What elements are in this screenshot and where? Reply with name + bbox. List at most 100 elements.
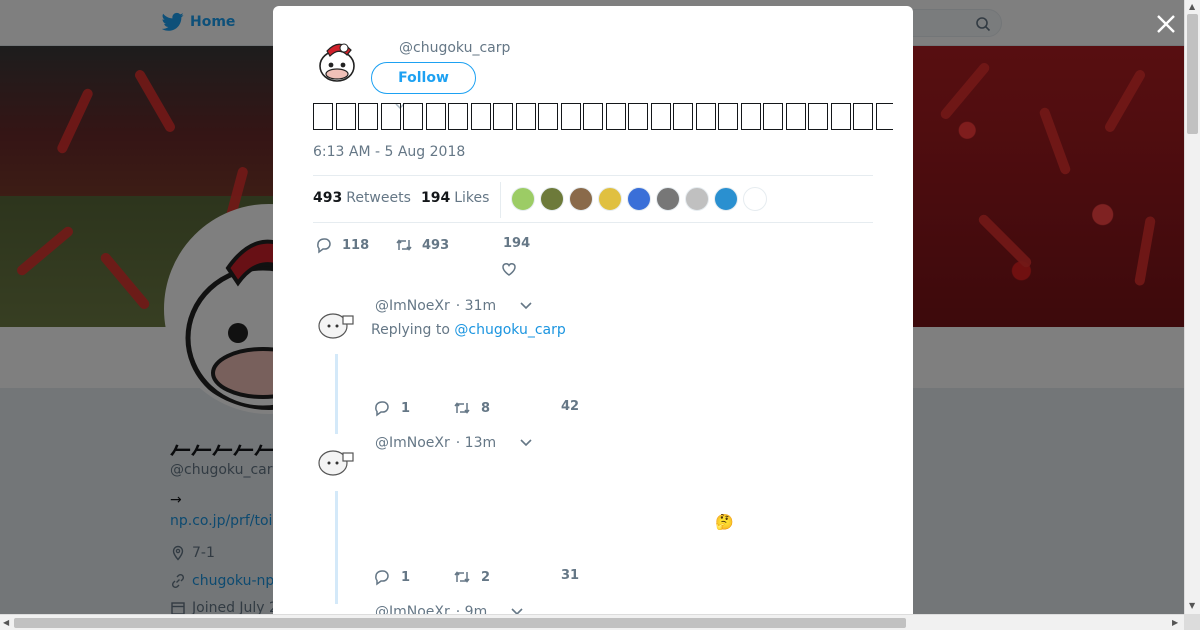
- reply-action[interactable]: 1: [373, 399, 410, 417]
- reply-author-line: @ImNoeXr · 31m: [375, 298, 496, 314]
- missing-glyph-box: [628, 102, 648, 130]
- liker-avatar[interactable]: [685, 187, 709, 211]
- close-icon[interactable]: [1154, 12, 1178, 36]
- author-avatar[interactable]: [313, 36, 361, 84]
- reply-action[interactable]: 1: [373, 568, 410, 586]
- horizontal-scroll-thumb[interactable]: [14, 618, 906, 628]
- sheep-mascot-avatar: [313, 304, 357, 348]
- missing-glyph-box: [605, 102, 626, 130]
- reply-author-avatar[interactable]: [313, 441, 357, 485]
- missing-glyph-box: [808, 102, 828, 130]
- tweet-actions: 118 493 194: [313, 234, 873, 278]
- retweets-label: Retweets: [346, 190, 411, 206]
- liker-avatar[interactable]: [540, 187, 564, 211]
- retweet-count: 2: [481, 569, 491, 585]
- likes-label: Likes: [454, 190, 490, 206]
- reply-count: 1: [401, 569, 411, 585]
- missing-glyph-box: [650, 102, 671, 130]
- missing-glyph-box: [830, 102, 851, 130]
- missing-glyph-box: [448, 102, 468, 130]
- reply-time[interactable]: · 9m: [456, 604, 487, 614]
- likes-count: 194: [421, 190, 451, 206]
- reply-count: 1: [401, 400, 411, 416]
- missing-glyph-box: [560, 102, 581, 130]
- missing-glyph-box: [853, 102, 873, 130]
- liker-avatar[interactable]: [511, 187, 535, 211]
- missing-glyph-box: [358, 102, 378, 130]
- retweet-count: 8: [481, 400, 491, 416]
- carp-mascot-avatar: [313, 36, 361, 84]
- tweet-permalink-modal: @chugoku_carp Follow 6:13 AM - 5 Aug 201…: [273, 6, 913, 614]
- reply-time[interactable]: · 13m: [456, 435, 496, 451]
- retweet-action[interactable]: 493: [395, 236, 449, 254]
- like-count: 31: [561, 568, 580, 583]
- reply-icon: [375, 401, 389, 417]
- missing-glyph-box: [583, 102, 603, 130]
- like-count-label: 194: [503, 236, 530, 251]
- reply-author-handle[interactable]: @ImNoeXr: [375, 435, 450, 451]
- heart-icon[interactable]: [500, 260, 518, 278]
- retweet-icon: [454, 571, 470, 583]
- missing-glyph-box: [403, 102, 423, 130]
- horizontal-scrollbar[interactable]: ◀ ▶: [0, 614, 1184, 630]
- reply-icon: [317, 238, 331, 254]
- replying-to-prefix: Replying to: [371, 322, 450, 338]
- liker-avatar[interactable]: [743, 187, 767, 211]
- missing-glyph-box: [313, 102, 333, 130]
- reply-author-avatar[interactable]: [313, 304, 357, 348]
- likes-stat[interactable]: 194 Likes: [421, 190, 489, 206]
- missing-glyph-box: [425, 102, 446, 130]
- scrollbar-corner: [1184, 614, 1200, 630]
- liker-avatar[interactable]: [656, 187, 680, 211]
- thread-line: [335, 491, 338, 604]
- thread-line: [335, 354, 338, 434]
- retweet-icon: [396, 239, 412, 251]
- stats-divider: [500, 182, 501, 218]
- scroll-left-arrow-icon[interactable]: ◀: [3, 618, 9, 627]
- reply-author-handle[interactable]: @ImNoeXr: [375, 298, 450, 314]
- missing-glyph-box: [470, 102, 491, 130]
- retweets-stat[interactable]: 493 Retweets: [313, 190, 411, 206]
- retweet-action[interactable]: 2: [453, 568, 490, 586]
- liker-avatars: [511, 187, 767, 211]
- missing-glyph-box: [785, 102, 806, 130]
- chevron-down-icon[interactable]: [520, 302, 532, 310]
- missing-glyph-box: [515, 102, 536, 130]
- missing-glyph-box: [718, 102, 738, 130]
- tweet-timestamp[interactable]: 6:13 AM - 5 Aug 2018: [313, 144, 465, 160]
- reply-author-line: @ImNoeXr · 9m: [375, 604, 487, 614]
- reply-author-line: @ImNoeXr · 13m: [375, 435, 496, 451]
- missing-glyph-box: [335, 102, 356, 130]
- retweet-action[interactable]: 8: [453, 399, 490, 417]
- missing-glyph-box: [380, 102, 401, 130]
- reply-action[interactable]: 118: [315, 236, 369, 254]
- missing-glyph-box: [538, 102, 558, 130]
- missing-glyph-box: [875, 102, 893, 130]
- scroll-up-arrow-icon[interactable]: ▲: [1189, 2, 1195, 11]
- scroll-down-arrow-icon[interactable]: ▼: [1189, 601, 1195, 610]
- missing-glyph-box: [763, 102, 783, 130]
- replying-to-handle[interactable]: @chugoku_carp: [454, 322, 565, 338]
- like-action[interactable]: 31: [561, 568, 579, 583]
- missing-glyph-box: [673, 102, 693, 130]
- chevron-down-icon[interactable]: [520, 439, 532, 447]
- scroll-right-arrow-icon[interactable]: ▶: [1172, 618, 1178, 627]
- liker-avatar[interactable]: [598, 187, 622, 211]
- follow-button[interactable]: Follow: [371, 62, 476, 94]
- reply-time[interactable]: · 31m: [456, 298, 496, 314]
- liker-avatar[interactable]: [714, 187, 738, 211]
- liker-avatar[interactable]: [627, 187, 651, 211]
- retweet-count: 493: [422, 237, 450, 253]
- vertical-scroll-thumb[interactable]: [1187, 14, 1198, 134]
- vertical-scrollbar[interactable]: ▲ ▼: [1184, 0, 1200, 614]
- like-count: 194: [503, 236, 531, 251]
- author-handle[interactable]: @chugoku_carp: [399, 40, 510, 56]
- reply-author-handle[interactable]: @ImNoeXr: [375, 604, 450, 614]
- retweet-icon: [454, 402, 470, 414]
- like-action[interactable]: 42: [561, 399, 579, 414]
- replying-to-line: Replying to @chugoku_carp: [371, 322, 566, 338]
- like-count: 42: [561, 399, 580, 414]
- missing-glyph-box: [740, 102, 761, 130]
- liker-avatar[interactable]: [569, 187, 593, 211]
- tweet-text: [313, 98, 893, 131]
